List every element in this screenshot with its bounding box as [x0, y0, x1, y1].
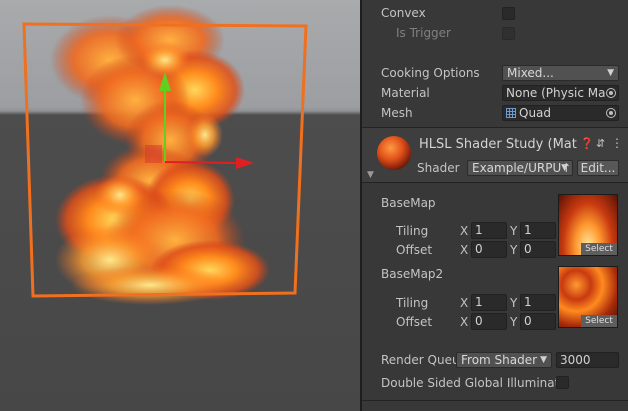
- gizmo-x-arrow-icon: [236, 157, 254, 169]
- object-picker-icon[interactable]: [606, 108, 616, 118]
- basemap2-offset-x-field[interactable]: 0: [471, 313, 507, 330]
- foldout-arrow-icon[interactable]: ▼: [367, 170, 374, 180]
- basemap2-tiling-label: Tiling: [396, 296, 429, 310]
- cooking-options-label: Cooking Options: [381, 66, 480, 80]
- basemap-tiling-x-field[interactable]: 1: [471, 222, 507, 239]
- gizmo-plane-handle: [145, 145, 162, 163]
- shader-label: Shader: [417, 161, 460, 175]
- material-title: HLSL Shader Study (Mat: [419, 137, 577, 152]
- physic-material-value: None (Physic Ma: [506, 86, 606, 100]
- mesh-label: Mesh: [381, 106, 413, 120]
- is-trigger-checkbox[interactable]: [502, 27, 515, 40]
- edit-shader-label: Edit...: [580, 161, 616, 175]
- convex-label: Convex: [381, 6, 426, 20]
- axis-y-label: Y: [510, 224, 518, 238]
- is-trigger-label: Is Trigger: [396, 26, 451, 40]
- basemap2-offset-y-field[interactable]: 0: [520, 313, 556, 330]
- scene-view[interactable]: [0, 0, 360, 411]
- basemap-select-button[interactable]: Select: [581, 243, 617, 255]
- double-sided-gi-label: Double Sided Global Illuminatic: [381, 376, 570, 390]
- axis-y-label: Y: [510, 296, 518, 310]
- render-queue-field[interactable]: 3000: [556, 352, 619, 368]
- basemap-offset-y-field[interactable]: 0: [520, 241, 556, 258]
- shader-dropdown[interactable]: Example/URPU↑ ▼: [467, 160, 573, 176]
- basemap-tiling-label: Tiling: [396, 224, 429, 238]
- convex-checkbox[interactable]: [502, 7, 515, 20]
- section-divider: [362, 400, 628, 401]
- preset-icon[interactable]: ⇵: [596, 137, 605, 150]
- shader-value: Example/URPU↑: [472, 161, 572, 175]
- basemap2-label: BaseMap2: [381, 267, 444, 281]
- mesh-value: Quad: [519, 106, 552, 120]
- mesh-field[interactable]: Quad: [502, 105, 619, 121]
- dropdown-arrow-icon: ▼: [561, 163, 568, 173]
- render-queue-dropdown[interactable]: From Shader ▼: [456, 352, 552, 368]
- cooking-options-dropdown[interactable]: Mixed... ▼: [502, 65, 619, 81]
- scene-canvas: [22, 5, 308, 305]
- axis-x-label: X: [460, 315, 469, 329]
- basemap-offset-x-field[interactable]: 0: [471, 241, 507, 258]
- basemap-offset-label: Offset: [396, 243, 433, 257]
- axis-x-label: X: [460, 243, 469, 257]
- basemap2-select-button[interactable]: Select: [581, 315, 617, 327]
- basemap2-texture-slot[interactable]: Select: [558, 266, 618, 328]
- basemap-label: BaseMap: [381, 196, 436, 210]
- physic-material-field[interactable]: None (Physic Ma: [502, 85, 619, 101]
- edit-shader-button[interactable]: Edit...: [577, 160, 619, 176]
- object-picker-icon[interactable]: [606, 88, 616, 98]
- help-icon[interactable]: ❓: [580, 137, 594, 150]
- basemap-tiling-y-field[interactable]: 1: [520, 222, 556, 239]
- basemap-texture-slot[interactable]: Select: [558, 194, 618, 256]
- material-label: Material: [381, 86, 430, 100]
- basemap2-offset-label: Offset: [396, 315, 433, 329]
- axis-y-label: Y: [510, 243, 518, 257]
- cooking-options-value: Mixed...: [507, 66, 554, 80]
- context-menu-icon[interactable]: ⋮: [611, 136, 623, 150]
- gizmo-x-axis: [164, 161, 237, 164]
- render-queue-value: 3000: [560, 353, 591, 367]
- dropdown-arrow-icon: ▼: [540, 355, 547, 365]
- dropdown-arrow-icon: ▼: [607, 68, 614, 78]
- basemap2-tiling-y-field[interactable]: 1: [520, 294, 556, 311]
- axis-y-label: Y: [510, 315, 518, 329]
- basemap2-tiling-x-field[interactable]: 1: [471, 294, 507, 311]
- double-sided-gi-checkbox[interactable]: [556, 376, 569, 389]
- material-preview-sphere: [377, 136, 411, 170]
- axis-x-label: X: [460, 296, 469, 310]
- axis-x-label: X: [460, 224, 469, 238]
- render-queue-mode: From Shader: [461, 353, 538, 367]
- render-queue-label: Render Queu: [381, 353, 460, 367]
- section-divider: [362, 182, 628, 183]
- mesh-grid-icon: [506, 108, 516, 118]
